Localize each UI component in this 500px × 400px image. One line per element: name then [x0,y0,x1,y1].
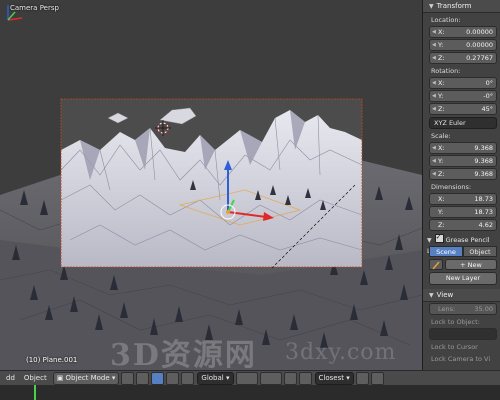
decrement-arrow-icon[interactable]: ◀ [432,78,436,88]
layer-buttons-icon[interactable] [259,371,282,385]
decrement-arrow-icon[interactable]: ◀ [432,169,436,179]
axis-orientation-gizmo-icon [7,5,23,21]
plus-icon: + [460,261,468,269]
new-layer-button[interactable]: New Layer [429,272,497,285]
pivot-point-icon[interactable] [136,371,150,385]
shading-sphere-icon[interactable] [121,371,135,385]
add-menu[interactable]: dd [3,373,18,384]
properties-panel: ▼ Transform Location: ◀ X: 0.00000 ◀ Y: 0.000… [422,0,500,380]
dimensions-x-field[interactable]: X: 18.73 [429,193,497,205]
location-y-field[interactable]: ◀ Y: 0.00000 [429,39,497,51]
location-z-field[interactable]: ◀ Z: 0.27767 [429,52,497,64]
scale-label: Scale: [431,132,451,140]
watermark: 3D资源网 [110,338,257,370]
chevron-down-icon: ▾ [346,373,350,382]
scale-x-field[interactable]: ◀ X: 9.368 [429,142,497,154]
grease-pencil-source-tabs: Scene Object [429,246,497,257]
proportional-edit-icon[interactable] [283,371,297,385]
snap-magnet-icon[interactable] [298,371,312,385]
rotation-z-field[interactable]: ◀ Z: 45° [429,103,497,115]
layers-icon[interactable] [235,371,258,385]
3d-viewport[interactable]: Camera Persp 3D资源网 3dxy.com (10) Plane.0… [0,0,422,370]
scene-render [0,0,422,370]
decrement-arrow-icon[interactable]: ◀ [432,104,436,114]
decrement-arrow-icon[interactable]: ◀ [432,156,436,166]
tab-scene[interactable]: Scene [429,246,463,257]
transform-section-header[interactable]: ▼ Transform [423,0,500,13]
camera-icon[interactable] [370,371,384,385]
decrement-arrow-icon[interactable]: ◀ [432,27,436,37]
scale-z-field[interactable]: ◀ Z: 9.368 [429,168,497,180]
lock-object-field[interactable] [429,328,497,340]
collapse-arrow-icon: ▼ [427,237,432,244]
active-object-label: (10) Plane.001 [26,356,78,364]
tab-object[interactable]: Object [463,246,497,257]
chevron-down-icon: ▾ [225,373,230,382]
cube-icon: ▣ [56,373,66,382]
lock-camera-to-view-checkbox[interactable]: Lock Camera to Vi [423,354,500,364]
dimensions-y-field[interactable]: Y: 18.73 [429,206,497,218]
view-section-header[interactable]: ▼ View [423,289,500,302]
transform-orientation-dropdown[interactable]: Global ▾ [197,371,234,385]
collapse-arrow-icon: ▼ [429,292,434,299]
chevron-down-icon: ▾ [111,373,116,382]
collapse-arrow-icon: ▼ [429,3,434,10]
translate-manipulator-icon[interactable] [166,371,180,385]
mode-dropdown[interactable]: ▣ Object Mode ▾ [52,371,120,385]
grease-pencil-section-header[interactable]: ▼Grease Pencil La [427,232,497,255]
decrement-arrow-icon[interactable]: ◀ [432,143,436,153]
decrement-arrow-icon[interactable]: ◀ [432,53,436,63]
decrement-arrow-icon[interactable]: ◀ [432,91,436,101]
dimensions-label: Dimensions: [431,183,472,191]
grease-pencil-datablock-row: + New [429,259,497,270]
lock-to-object-label: Lock to Object: [431,318,480,326]
grease-pencil-checkbox[interactable] [434,232,444,243]
render-preview-icon[interactable] [355,371,369,385]
scale-y-field[interactable]: ◀ Y: 9.368 [429,155,497,167]
current-frame-marker[interactable] [34,385,36,400]
snap-target-dropdown[interactable]: Closest ▾ [314,371,354,385]
object-menu[interactable]: Object [21,373,50,384]
timeline-strip[interactable] [0,385,500,400]
location-x-field[interactable]: ◀ X: 0.00000 [429,26,497,38]
lens-field[interactable]: Lens: 35.00 [429,303,497,315]
manipulator-toggle-icon[interactable] [151,371,165,385]
rotation-y-field[interactable]: ◀ Y: -0° [429,90,497,102]
lock-to-cursor-checkbox[interactable]: Lock to Cursor [423,342,500,352]
rotate-manipulator-icon[interactable] [181,371,195,385]
dimensions-z-field[interactable]: Z: 4.62 [429,219,497,231]
pencil-icon[interactable] [429,259,443,270]
rotation-x-field[interactable]: ◀ X: 0° [429,77,497,89]
location-label: Location: [431,16,461,24]
rotation-label: Rotation: [431,67,461,75]
watermark-secondary: 3dxy.com [285,340,397,365]
viewport-header: dd Object ▣ Object Mode ▾ Global ▾ Close… [0,370,500,386]
decrement-arrow-icon[interactable]: ◀ [432,40,436,50]
rotation-mode-dropdown[interactable]: XYZ Euler [429,117,497,129]
new-grease-pencil-button[interactable]: + New [445,259,497,270]
